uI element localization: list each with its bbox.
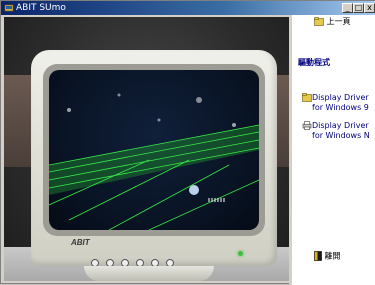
crt-monitor: ABIT: [31, 50, 277, 267]
menu-item-line2: for Windows N: [312, 131, 370, 140]
folder-up-icon: [314, 17, 324, 26]
app-icon: [4, 4, 14, 12]
printer-icon: [302, 121, 312, 130]
menu-item-display-driver-9x[interactable]: Display Driver for Windows 9: [302, 93, 369, 113]
exit-door-icon: [314, 251, 322, 261]
menu-item-line2: for Windows 9: [312, 103, 369, 112]
menu-item-line1: Display Driver: [312, 121, 369, 130]
section-title: 驅動程式: [298, 58, 330, 67]
menu-item-line1: Display Driver: [312, 93, 369, 102]
power-led-icon: [238, 251, 243, 256]
menu-item-display-driver-nt[interactable]: Display Driver for Windows N: [302, 121, 370, 141]
exit-link[interactable]: 離開: [314, 251, 341, 262]
back-label: 上一頁: [326, 17, 351, 26]
driver-menu-panel: 上一頁 驅動程式 Display Driver for Windows 9 Di…: [292, 15, 375, 285]
monitor-scene: ABIT: [4, 17, 292, 281]
monitor-screen: [49, 70, 259, 230]
close-button[interactable]: x: [364, 3, 375, 13]
monitor-stand: [84, 266, 214, 281]
folder-icon: [302, 93, 312, 102]
maximize-button[interactable]: □: [353, 3, 364, 13]
exit-label: 離開: [324, 251, 341, 261]
space-grid-graphic: [49, 93, 259, 230]
back-link[interactable]: 上一頁: [314, 17, 351, 27]
window-title: ABIT SUmo: [16, 3, 66, 13]
app-window: ABIT SUmo _ □ x ABIT 上一頁 驅動程式 Display Dr…: [0, 0, 375, 285]
monitor-brand-logo: ABIT: [71, 238, 90, 247]
title-bar[interactable]: ABIT SUmo _ □ x: [1, 1, 375, 15]
minimize-button[interactable]: _: [342, 3, 353, 13]
